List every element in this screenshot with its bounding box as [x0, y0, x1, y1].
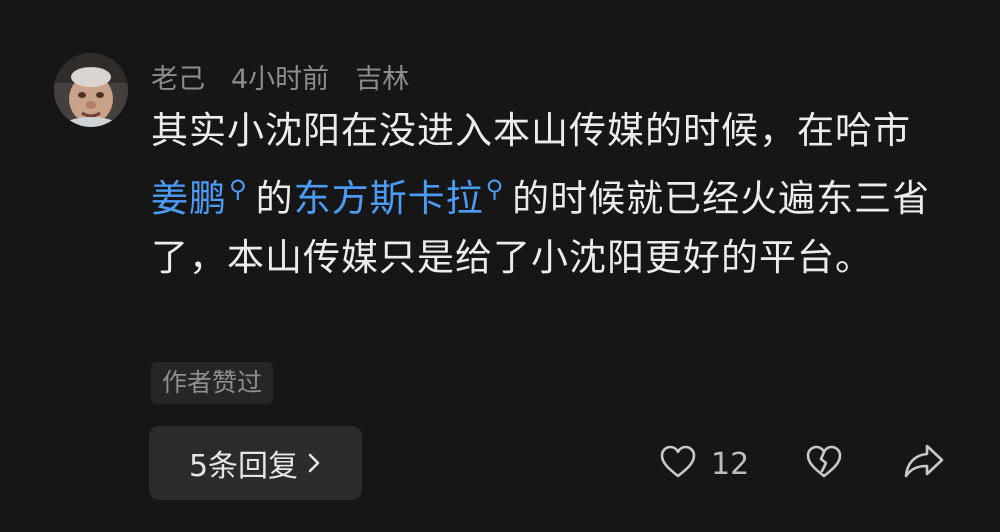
search-icon[interactable]: ⚲ [486, 175, 505, 203]
share-arrow-icon [903, 444, 945, 484]
like-button[interactable]: 12 [659, 442, 749, 486]
comment-meta: 老己 4小时前 吉林 [151, 56, 409, 96]
comment-text-part: 的 [255, 177, 294, 220]
share-button[interactable] [903, 442, 945, 484]
like-count: 12 [711, 446, 750, 482]
search-link-jiangpeng[interactable]: 姜鹏 [151, 177, 227, 220]
broken-heart-icon [805, 445, 843, 484]
comment-time: 4小时前 [231, 63, 330, 95]
search-link-dongfangsikala[interactable]: 东方斯卡拉 [294, 177, 484, 220]
comment-text: 其实小沈阳在没进入本山传媒的时候，在哈市姜鹏⚲ 的东方斯卡拉⚲ 的时候就已经火遍东三… [151, 101, 941, 287]
username[interactable]: 老己 [151, 57, 205, 96]
replies-label: 5条回复 [188, 449, 299, 484]
chevron-right-icon [306, 451, 322, 475]
author-liked-badge: 作者赞过 [151, 362, 274, 404]
avatar[interactable] [54, 53, 128, 127]
comment-location: 吉林 [355, 63, 410, 95]
dislike-button[interactable] [805, 444, 843, 484]
view-replies-button[interactable]: 5条回复 [149, 426, 362, 500]
comment-text-part: 其实小沈阳在没进入本山传媒的时候，在哈市 [151, 109, 911, 152]
search-icon[interactable]: ⚲ [229, 175, 248, 203]
heart-icon [659, 444, 697, 484]
